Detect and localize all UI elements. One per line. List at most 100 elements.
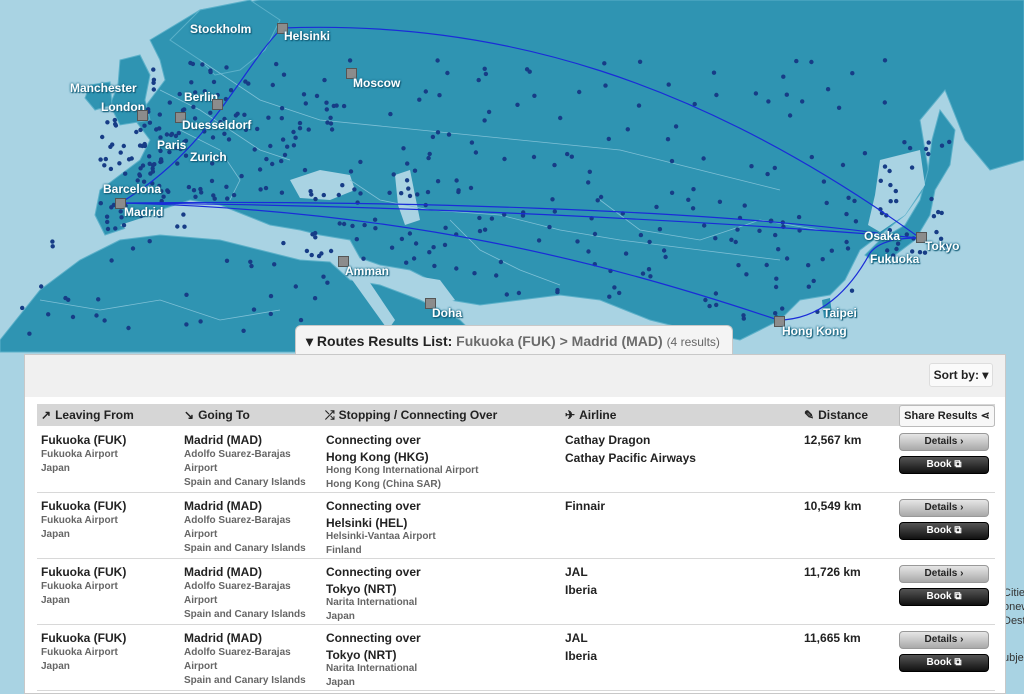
airport-dot: [348, 169, 354, 174]
collapse-triangle-icon[interactable]: ▾: [306, 333, 313, 349]
details-button[interactable]: Details ›: [899, 631, 989, 649]
airport-dot: [270, 82, 275, 88]
edge-text-2: onew: [1003, 601, 1024, 613]
airport-dot: [121, 143, 127, 149]
city-label-doha[interactable]: Doha: [432, 306, 462, 320]
airport-dot: [733, 239, 738, 245]
airport-dot: [105, 219, 110, 225]
airport-dot: [446, 132, 452, 137]
table-row[interactable]: Fukuoka (FUK) Fukuoka Airport Japan Madr…: [37, 493, 995, 559]
city-label-manchester[interactable]: Manchester: [70, 81, 137, 95]
external-link-icon: ⧉: [954, 459, 962, 470]
airport-dot: [112, 117, 118, 123]
city-label-moscow[interactable]: Moscow: [353, 76, 400, 90]
airport-dot: [811, 278, 816, 284]
airport-dot: [121, 223, 127, 228]
airport-dot: [663, 254, 668, 260]
airport-dot: [646, 267, 652, 272]
cell-connecting: Connecting over Tokyo (NRT) Narita Inter…: [326, 565, 421, 622]
airport-dot: [268, 143, 273, 149]
table-row[interactable]: Fukuoka (FUK) Fukuoka Airport Japan Madr…: [37, 427, 995, 493]
airport-dot: [336, 192, 341, 198]
city-label-amman[interactable]: Amman: [345, 264, 389, 278]
book-button[interactable]: Book ⧉: [899, 654, 989, 672]
airport-dot: [404, 260, 409, 265]
airport-dot: [110, 142, 115, 147]
airport-dot: [577, 89, 582, 95]
city-label-barcelona[interactable]: Barcelona: [103, 182, 161, 196]
city-label-madrid[interactable]: Madrid: [124, 205, 163, 219]
city-label-taipei[interactable]: Taipei: [823, 306, 857, 320]
airport-dot: [711, 70, 717, 75]
airport-dot: [152, 162, 157, 167]
book-button[interactable]: Book ⧉: [899, 522, 989, 540]
city-label-tokyo[interactable]: Tokyo: [925, 239, 959, 253]
table-row[interactable]: Fukuoka (FUK) Fukuoka Airport Japan Madr…: [37, 625, 995, 691]
city-label-hong-kong[interactable]: Hong Kong: [782, 324, 847, 338]
airport-dot: [347, 58, 353, 63]
cell-leaving-from: Fukuoka (FUK) Fukuoka Airport Japan: [41, 499, 127, 540]
city-label-duesseldorf[interactable]: Duesseldorf: [182, 118, 251, 132]
airport-dot: [550, 197, 555, 202]
book-button[interactable]: Book ⧉: [899, 588, 989, 606]
city-label-fukuoka[interactable]: Fukuoka: [870, 252, 919, 266]
airport-dot: [888, 182, 893, 188]
airport-dot: [164, 132, 170, 137]
airport-dot: [361, 256, 366, 261]
airport-dot: [358, 191, 363, 196]
airport-dot: [477, 215, 482, 221]
city-label-osaka[interactable]: Osaka: [864, 229, 900, 243]
airport-dot: [140, 163, 146, 168]
airport-dot: [257, 167, 263, 172]
airport-dot: [319, 251, 324, 256]
sort-by-button[interactable]: Sort by: ▾: [929, 363, 993, 387]
airport-dot: [372, 217, 378, 222]
book-button[interactable]: Book ⧉: [899, 456, 989, 474]
airport-dot: [130, 246, 136, 251]
airport-dot: [258, 187, 263, 192]
city-label-helsinki[interactable]: Helsinki: [284, 29, 330, 43]
airport-dot: [324, 100, 329, 105]
airport-dot: [691, 187, 696, 192]
results-panel: Sort by: ▾ ↗ Leaving From ↘ Going To ⤮ Stop…: [24, 354, 1006, 694]
airport-dot: [516, 290, 522, 296]
hub-marker-berlin[interactable]: [212, 99, 223, 110]
airport-dot: [482, 66, 487, 72]
airport-dot: [502, 156, 507, 162]
details-button[interactable]: Details ›: [899, 499, 989, 517]
airport-dot: [713, 291, 719, 296]
airport-dot: [373, 226, 378, 231]
airport-dot: [94, 313, 99, 318]
details-button[interactable]: Details ›: [899, 565, 989, 583]
airport-dot: [406, 186, 411, 191]
airport-dot: [612, 285, 617, 290]
airport-dot: [190, 61, 196, 67]
airport-dot: [654, 204, 659, 210]
city-label-zurich[interactable]: Zurich: [190, 150, 227, 164]
airport-dot: [437, 93, 442, 98]
table-row[interactable]: Fukuoka (FUK) Fukuoka Airport Japan Madr…: [37, 559, 995, 625]
results-tab[interactable]: ▾ Routes Results List: Fukuoka (FUK) > M…: [295, 325, 733, 354]
airport-dot: [844, 211, 849, 217]
airport-dot: [703, 297, 708, 303]
airport-dot: [934, 229, 939, 235]
chevron-right-icon: ›: [960, 634, 964, 645]
airport-dot: [773, 311, 778, 316]
airport-dot: [427, 250, 432, 255]
details-button[interactable]: Details ›: [899, 433, 989, 451]
edge-text-3: Desti: [1003, 615, 1024, 627]
airport-dot: [100, 134, 105, 140]
share-results-button[interactable]: Share Results ⋖: [899, 405, 995, 427]
airport-dot: [169, 131, 175, 137]
airport-dot: [586, 249, 591, 254]
airport-dot: [765, 171, 770, 177]
airport-dot: [753, 91, 759, 96]
airport-dot: [435, 58, 440, 63]
hub-marker-london[interactable]: [137, 110, 148, 121]
results-table-header: ↗ Leaving From ↘ Going To ⤮ Stopping / Conn…: [37, 404, 995, 427]
city-label-stockholm[interactable]: Stockholm: [190, 22, 251, 36]
airport-dot: [151, 77, 157, 83]
airport-dot: [926, 140, 931, 145]
airport-dot: [281, 240, 286, 246]
city-label-paris[interactable]: Paris: [157, 138, 186, 152]
